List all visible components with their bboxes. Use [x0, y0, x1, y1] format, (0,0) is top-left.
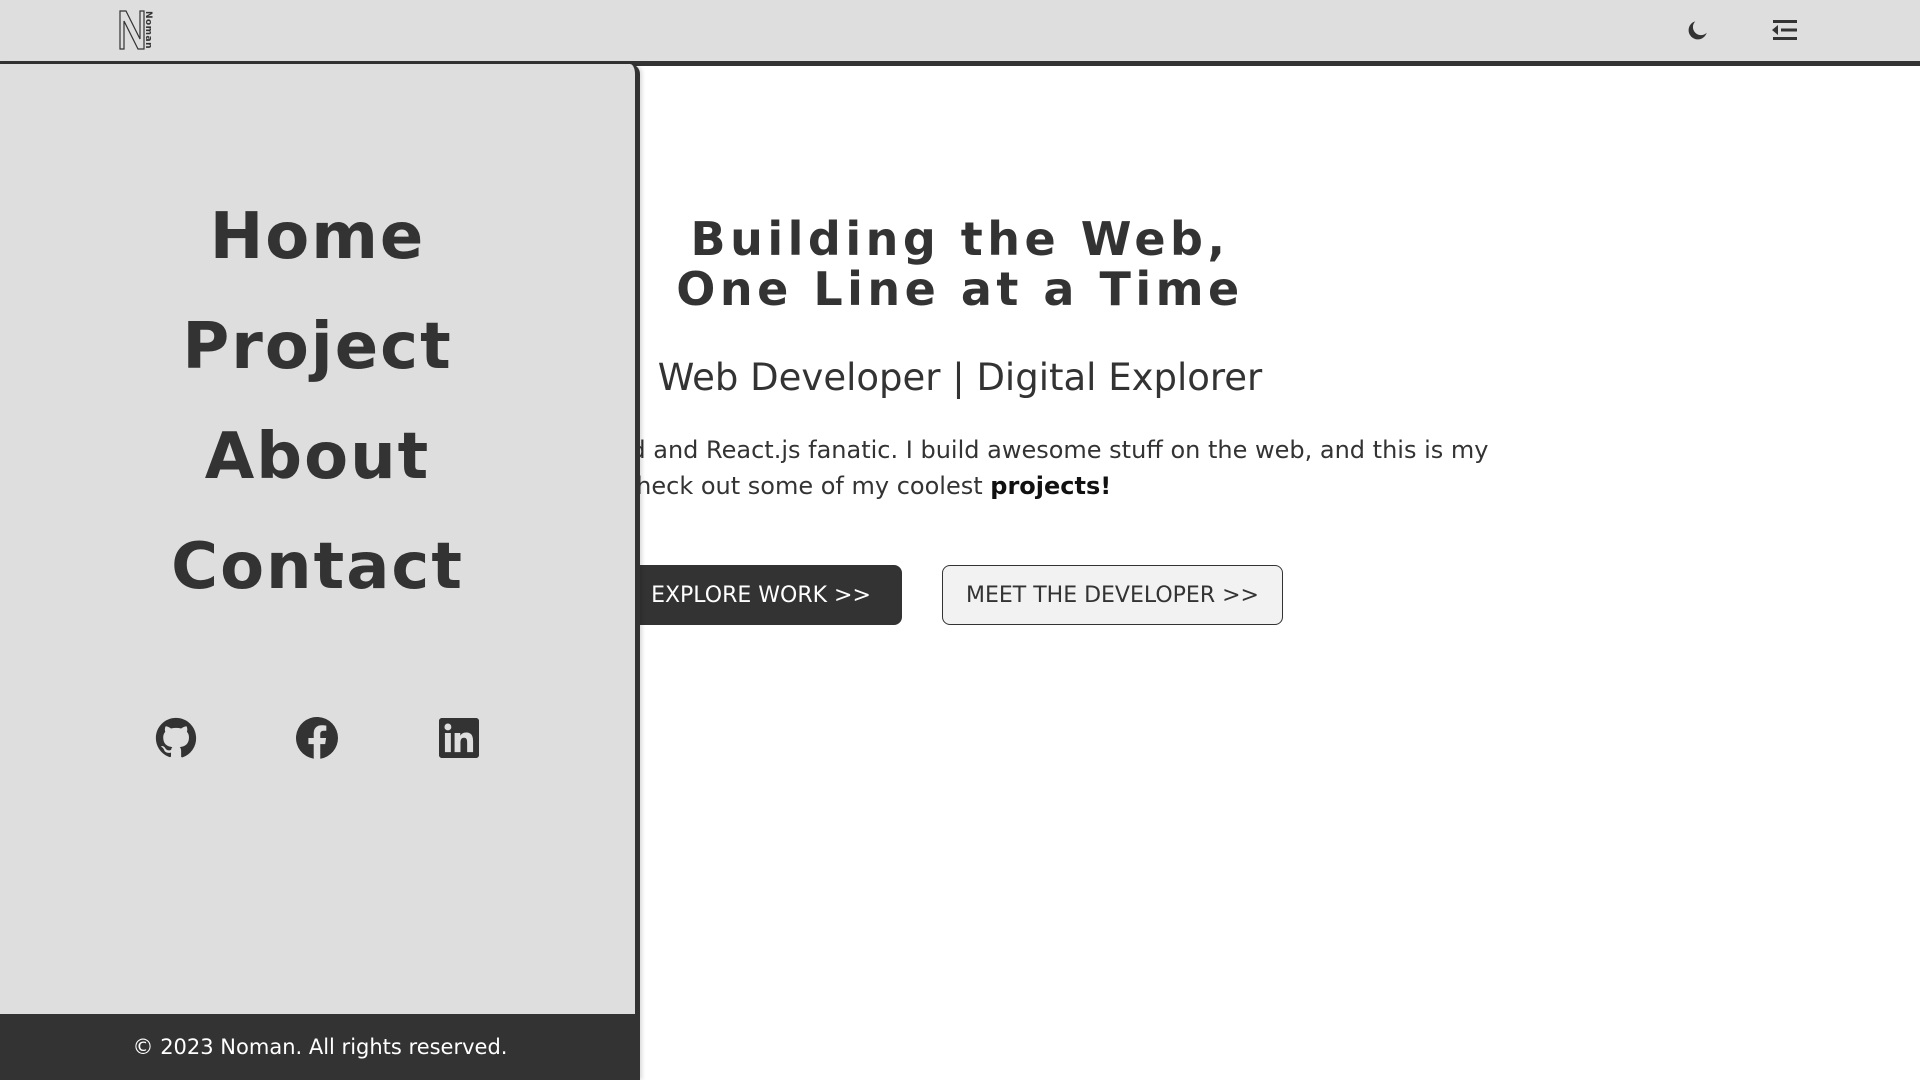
hero-subtitle: Web Developer | Digital Explorer — [657, 356, 1263, 399]
logo-wordmark: Noman — [143, 10, 154, 50]
top-navbar: Noman — [0, 0, 1920, 66]
hero-title-line2: One Line at a Time — [676, 262, 1244, 316]
facebook-link[interactable] — [293, 714, 341, 762]
projects-link[interactable]: projects! — [990, 472, 1111, 500]
nav-item-about[interactable]: About — [0, 402, 635, 512]
hero-title-line1: Building the Web, — [690, 212, 1230, 266]
menu-toggle-button[interactable] — [1768, 14, 1800, 46]
explore-work-button[interactable]: EXPLORE WORK >> — [620, 565, 902, 625]
hero-title: Building the Web, One Line at a Time — [620, 214, 1300, 314]
nav-item-home[interactable]: Home — [0, 182, 635, 292]
sidebar-nav: Home Project About Contact — [0, 182, 635, 622]
nav-item-contact[interactable]: Contact — [0, 512, 635, 622]
menu-close-icon — [1772, 20, 1797, 40]
github-link[interactable] — [152, 714, 200, 762]
social-links — [0, 714, 635, 766]
facebook-icon — [296, 717, 338, 759]
linkedin-link[interactable] — [435, 714, 483, 762]
moon-icon — [1688, 21, 1707, 40]
theme-toggle-button[interactable] — [1682, 14, 1714, 46]
meet-developer-button[interactable]: MEET THE DEVELOPER >> — [942, 565, 1283, 625]
nav-item-project[interactable]: Project — [0, 292, 635, 402]
github-icon — [155, 717, 197, 758]
linkedin-icon — [439, 718, 479, 758]
sidebar-footer: © 2023 Noman. All rights reserved. — [0, 1014, 640, 1080]
sidebar-menu: Home Project About Contact © 2023 Noman.… — [0, 64, 640, 1080]
